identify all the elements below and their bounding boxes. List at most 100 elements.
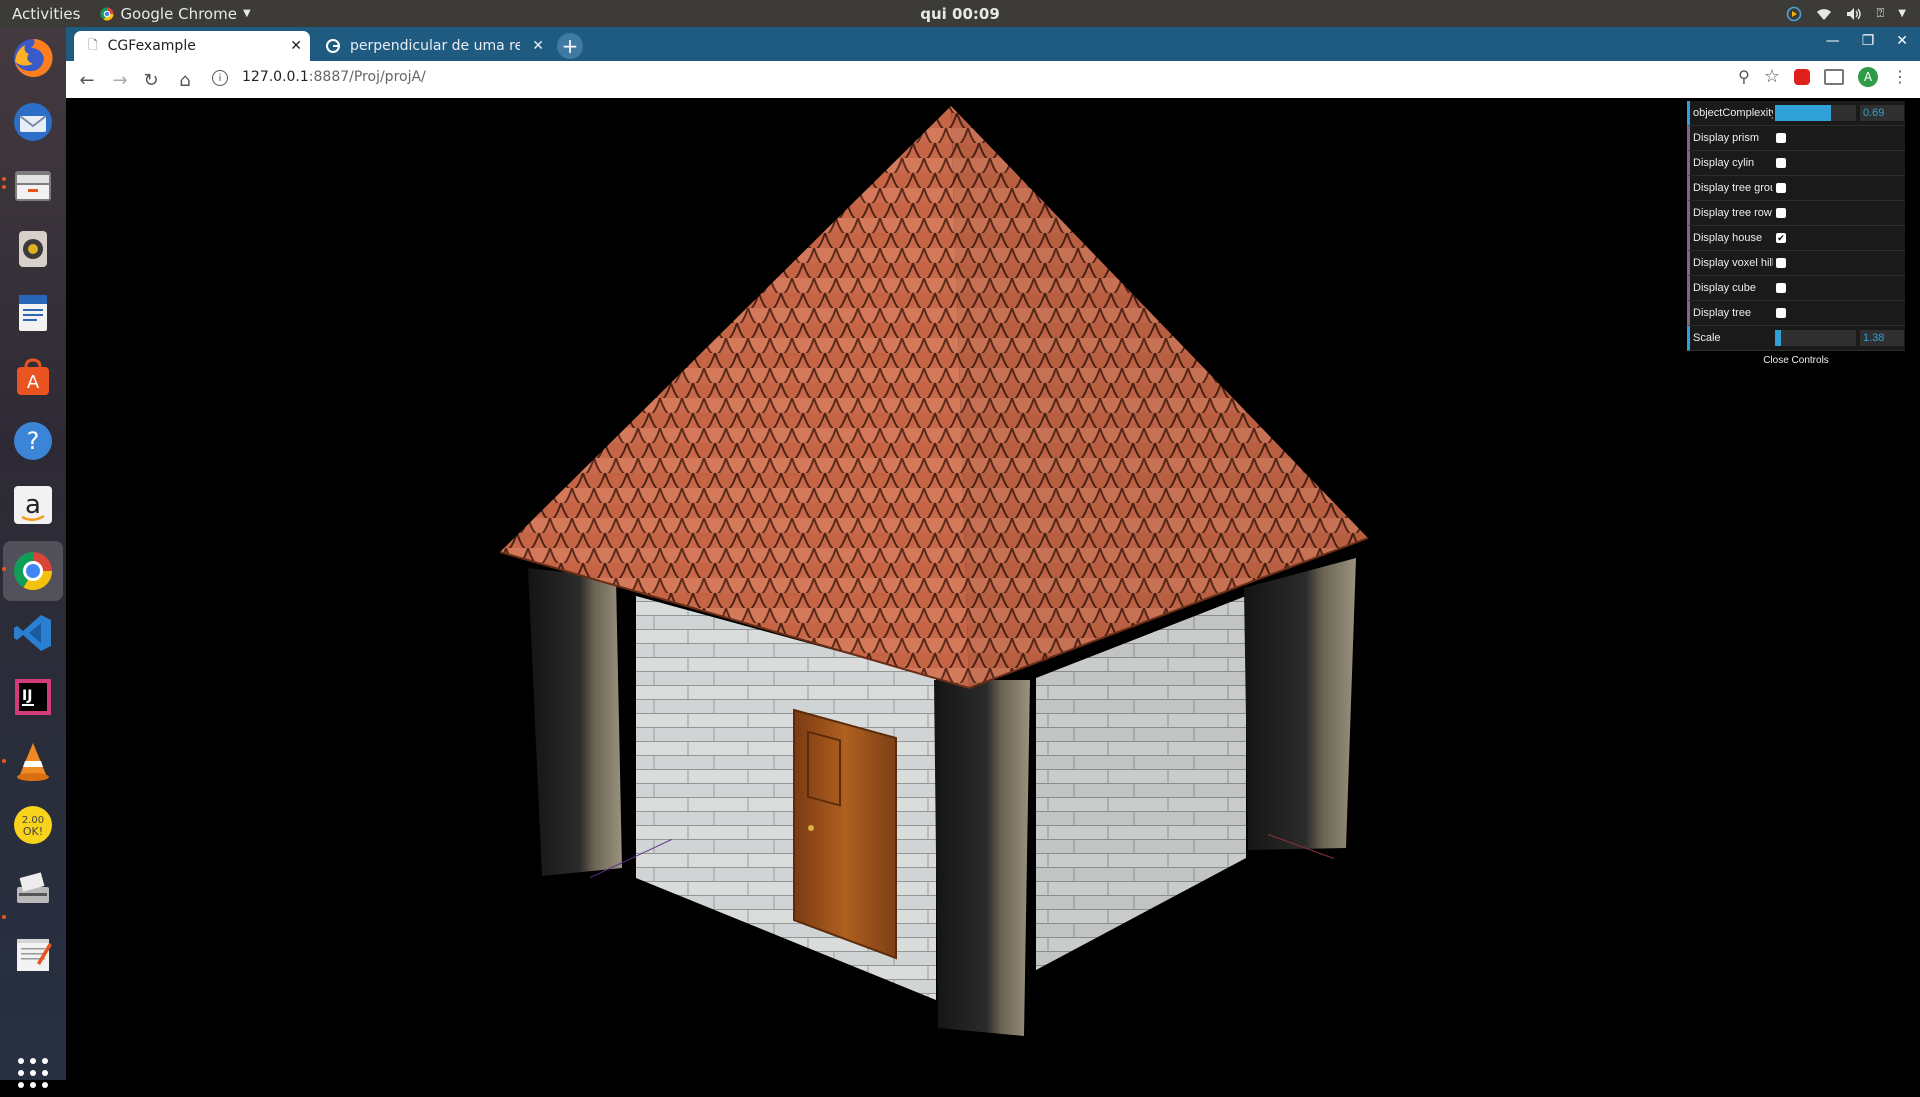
control-display-voxel-hill[interactable]: Display voxel hill [1687,251,1905,276]
display-tree-row-checkbox[interactable] [1776,208,1786,218]
top-bar: Activities Google Chrome ▼ qui 00:09 ⍰ ▼ [0,0,1920,27]
adblock-icon[interactable] [1794,68,1810,85]
control-display-tree-group[interactable]: Display tree group [1687,176,1905,201]
app-menu[interactable]: Google Chrome ▼ [100,4,251,23]
clock[interactable]: qui 00:09 [0,5,1920,23]
document-icon: 🗋 [88,37,98,52]
pillar-right [1244,558,1356,850]
display-voxel-hill-checkbox[interactable] [1776,258,1786,268]
volume-icon[interactable] [1846,7,1862,21]
system-menu-chevron-icon[interactable]: ▼ [1898,8,1906,19]
pillar-front [934,680,1030,1036]
control-label: Display house [1693,232,1763,244]
amazon-icon[interactable]: a [9,481,57,529]
cast-icon[interactable] [1824,68,1844,85]
window-controls: — ❐ ✕ [1826,33,1908,49]
show-apps-icon[interactable] [9,1049,57,1097]
back-icon[interactable]: ← [74,67,100,93]
tab-title: CGFexample [107,38,196,54]
svg-text:A: A [27,372,40,393]
reload-icon[interactable]: ↻ [138,67,164,93]
activities-button[interactable]: Activities [12,5,80,23]
scale-input[interactable]: 1.38 [1860,330,1904,346]
control-scale[interactable]: Scale 1.38 [1687,326,1905,351]
thunderbird-icon[interactable] [9,98,57,146]
running-indicator [2,567,6,571]
address-bar[interactable]: 127.0.0.1:8887/Proj/projA/ [242,69,426,85]
control-label: Display tree group [1693,182,1773,194]
intellij-icon[interactable]: IJ [9,673,57,721]
okular-icon[interactable]: 2.00 OK! [9,801,57,849]
toolbar-actions: ⚲ ☆ A ⋮ [1738,66,1908,87]
software-icon[interactable]: A [9,353,57,401]
scanner-icon[interactable] [9,865,57,913]
close-window-icon[interactable]: ✕ [1896,33,1908,49]
vscode-icon[interactable] [9,609,57,657]
google-icon [326,39,340,53]
control-label: Display tree row [1693,207,1772,219]
vlc-icon[interactable] [9,737,57,785]
control-objectcomplexity[interactable]: objectComplexity 0.69 [1687,101,1905,126]
tab-google-search[interactable]: perpendicular de uma ret ✕ [316,31,552,61]
close-tab-icon[interactable]: ✕ [290,38,302,54]
chevron-down-icon: ▼ [242,8,251,19]
objectcomplexity-slider[interactable] [1775,105,1856,121]
control-display-tree[interactable]: Display tree [1687,301,1905,326]
close-controls-button[interactable]: Close Controls [1687,351,1905,371]
writer-icon[interactable] [9,289,57,337]
rhythmbox-icon[interactable] [9,225,57,273]
chrome-icon[interactable] [3,541,63,601]
control-label: Display voxel hill [1693,257,1773,269]
door [793,708,897,960]
files-icon[interactable] [9,161,57,209]
tab-title: perpendicular de uma ret [350,38,520,54]
display-cube-checkbox[interactable] [1776,283,1786,293]
info-icon[interactable]: i [212,70,228,86]
checkmark-icon: ✔ [1777,232,1785,243]
minimize-icon[interactable]: — [1826,33,1840,49]
webgl-canvas[interactable] [66,98,1920,1080]
control-display-cylin[interactable]: Display cylin [1687,151,1905,176]
forward-icon[interactable]: → [107,67,133,93]
tab-cgfexample[interactable]: 🗋 CGFexample ✕ [74,31,310,61]
new-tab-button[interactable]: + [557,33,583,59]
control-label: objectComplexity [1693,107,1773,119]
control-display-cube[interactable]: Display cube [1687,276,1905,301]
running-indicator [2,185,6,189]
firefox-icon[interactable] [9,34,57,82]
control-display-prism[interactable]: Display prism [1687,126,1905,151]
control-display-tree-row[interactable]: Display tree row [1687,201,1905,226]
controls-panel: objectComplexity 0.69 Display prism Disp… [1687,101,1905,371]
display-tree-checkbox[interactable] [1776,308,1786,318]
wifi-icon[interactable] [1816,7,1832,21]
battery-unknown-icon[interactable]: ⍰ [1876,6,1884,21]
text-editor-icon[interactable] [9,929,57,977]
profile-avatar[interactable]: A [1858,66,1878,87]
objectcomplexity-input[interactable]: 0.69 [1860,105,1904,121]
home-icon[interactable]: ⌂ [172,67,198,93]
close-tab-icon[interactable]: ✕ [532,38,544,54]
url-path: :8887/Proj/projA/ [308,69,426,85]
system-tray[interactable]: ⍰ ▼ [1786,0,1906,27]
house-scene [499,106,1369,1036]
svg-text:IJ: IJ [22,688,32,704]
sync-status-icon[interactable] [1786,6,1802,22]
svg-text:?: ? [27,427,40,455]
scale-slider[interactable] [1775,330,1856,346]
svg-text:OK!: OK! [23,825,43,838]
zoom-icon[interactable]: ⚲ [1738,67,1750,86]
display-cylin-checkbox[interactable] [1776,158,1786,168]
display-prism-checkbox[interactable] [1776,133,1786,143]
tab-strip: 🗋 CGFexample ✕ perpendicular de uma ret … [66,27,1920,61]
browser-toolbar: ← → ↻ ⌂ i 127.0.0.1:8887/Proj/projA/ ⚲ ☆… [66,61,1920,99]
display-house-checkbox[interactable]: ✔ [1776,233,1786,243]
display-tree-group-checkbox[interactable] [1776,183,1786,193]
slider-fill [1775,105,1831,121]
chrome-small-icon [100,7,114,20]
app-name: Google Chrome [120,4,237,23]
control-display-house[interactable]: Display house ✔ [1687,226,1905,251]
restore-icon[interactable]: ❐ [1862,33,1875,49]
help-icon[interactable]: ? [9,417,57,465]
menu-kebab-icon[interactable]: ⋮ [1892,67,1908,86]
bookmark-star-icon[interactable]: ☆ [1764,66,1780,87]
